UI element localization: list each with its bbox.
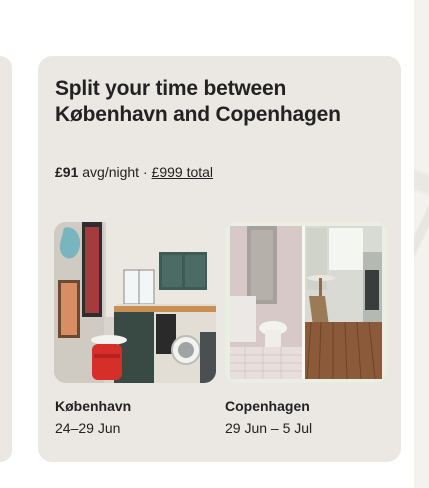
price-separator: · [142,164,148,180]
card-title: Split your time between København and Co… [55,77,341,126]
bathroom-bedroom-photo-icon [225,222,387,383]
stay-dates-1: 24–29 Jun [55,420,121,436]
total-price-link[interactable]: £999 total [152,164,214,180]
map-background[interactable] [414,0,429,488]
kitchen-photo-icon [54,222,216,383]
previous-listing-card[interactable] [0,56,12,462]
split-stay-card[interactable]: Split your time between København and Co… [38,56,401,462]
price-unit: avg/night [82,164,140,180]
stay-photo-copenhagen[interactable] [225,222,387,383]
stay-city-2: Copenhagen [225,398,310,414]
price-line: £91 avg/night · £999 total [55,163,375,181]
stay-city-1: København [55,398,132,414]
stay-photo-kobenhavn[interactable] [54,222,216,383]
nightly-price: £91 [55,164,79,180]
stay-dates-2: 29 Jun – 5 Jul [225,420,313,436]
